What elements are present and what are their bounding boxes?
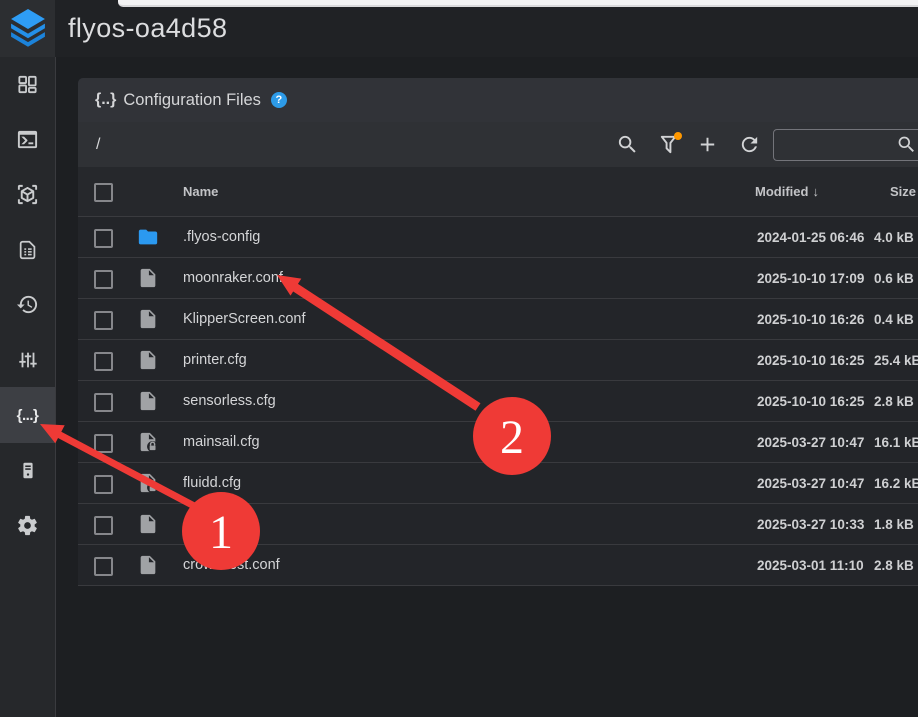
column-header-modified[interactable]: Modified ↓ bbox=[755, 167, 819, 216]
row-checkbox[interactable] bbox=[94, 352, 113, 371]
row-checkbox[interactable] bbox=[94, 475, 113, 494]
dashboard-icon bbox=[16, 73, 39, 96]
sidebar-item-gcode-files[interactable] bbox=[0, 222, 55, 277]
sidebar-item-gcode-preview[interactable] bbox=[0, 167, 55, 222]
layers-logo-icon bbox=[9, 9, 47, 49]
table-header-row: Name Modified ↓ Size bbox=[78, 167, 918, 217]
add-icon[interactable] bbox=[696, 133, 719, 156]
search-icon[interactable] bbox=[616, 133, 639, 156]
gear-icon bbox=[16, 514, 39, 537]
row-checkbox[interactable] bbox=[94, 393, 113, 412]
refresh-icon[interactable] bbox=[738, 133, 761, 156]
file-list-icon bbox=[17, 239, 39, 261]
table-row[interactable]: .flyos-config 2024-01-25 06:46 4.0 kB bbox=[78, 217, 918, 258]
console-icon bbox=[16, 128, 39, 151]
file-icon bbox=[137, 349, 159, 371]
search-field-icon bbox=[896, 134, 917, 155]
breadcrumb-path[interactable]: / bbox=[96, 122, 100, 167]
file-icon bbox=[137, 308, 159, 330]
config-files-panel: {..} Configuration Files ? / Name Modifi… bbox=[78, 78, 918, 586]
row-checkbox[interactable] bbox=[94, 557, 113, 576]
sidebar-item-tune[interactable] bbox=[0, 332, 55, 387]
browser-edge-strip bbox=[118, 0, 918, 7]
column-header-name[interactable]: Name bbox=[183, 167, 218, 216]
config-files-icon: {...} bbox=[17, 407, 39, 424]
sidebar-item-settings[interactable] bbox=[0, 498, 55, 553]
sidebar-item-config-files[interactable]: {...} bbox=[0, 387, 55, 443]
row-checkbox[interactable] bbox=[94, 434, 113, 453]
select-all-checkbox[interactable] bbox=[94, 183, 113, 202]
page-title: flyos-oa4d58 bbox=[68, 0, 227, 57]
machine-icon bbox=[17, 459, 39, 482]
table-row[interactable]: fluidd.cfg 2025-03-27 10:47 16.2 kB bbox=[78, 463, 918, 504]
file-icon bbox=[137, 267, 159, 289]
file-icon bbox=[137, 513, 159, 535]
table-row[interactable]: 2025-03-27 10:33 1.8 kB bbox=[78, 504, 918, 545]
help-icon[interactable]: ? bbox=[271, 92, 287, 108]
file-lock-icon bbox=[137, 472, 159, 494]
top-app-bar: flyos-oa4d58 bbox=[0, 0, 918, 57]
folder-icon bbox=[137, 226, 159, 248]
file-icon bbox=[137, 554, 159, 576]
table-row[interactable]: mainsail.cfg 2025-03-27 10:47 16.1 kB bbox=[78, 422, 918, 463]
row-checkbox[interactable] bbox=[94, 311, 113, 330]
table-row[interactable]: sensorless.cfg 2025-10-10 16:25 2.8 kB bbox=[78, 381, 918, 422]
file-icon bbox=[137, 390, 159, 412]
row-checkbox[interactable] bbox=[94, 516, 113, 535]
column-header-size[interactable]: Size bbox=[890, 167, 916, 216]
panel-header: {..} Configuration Files ? bbox=[78, 78, 918, 122]
table-row[interactable]: printer.cfg 2025-10-10 16:25 25.4 kB bbox=[78, 340, 918, 381]
table-row[interactable]: moonraker.conf 2025-10-10 17:09 0.6 kB bbox=[78, 258, 918, 299]
history-icon bbox=[16, 293, 39, 316]
row-checkbox[interactable] bbox=[94, 270, 113, 289]
panel-title: Configuration Files bbox=[123, 91, 261, 110]
filter-active-badge bbox=[674, 132, 682, 140]
sidebar-item-history[interactable] bbox=[0, 277, 55, 332]
sort-desc-icon: ↓ bbox=[812, 184, 819, 199]
file-lock-icon bbox=[137, 431, 159, 453]
cube-scan-icon bbox=[16, 183, 39, 206]
file-toolbar: / bbox=[78, 122, 918, 167]
row-checkbox[interactable] bbox=[94, 229, 113, 248]
file-table-body: .flyos-config 2024-01-25 06:46 4.0 kB mo… bbox=[78, 217, 918, 586]
sidebar-item-machine[interactable] bbox=[0, 443, 55, 498]
sidebar-item-console[interactable] bbox=[0, 112, 55, 167]
table-row[interactable]: KlipperScreen.conf 2025-10-10 16:26 0.4 … bbox=[78, 299, 918, 340]
sidebar: {...} bbox=[0, 57, 56, 717]
table-row[interactable]: crowsnest.conf 2025-03-01 11:10 2.8 kB bbox=[78, 545, 918, 586]
app-logo[interactable] bbox=[0, 0, 55, 57]
tune-icon bbox=[17, 349, 39, 371]
braces-icon: {..} bbox=[95, 91, 116, 109]
sidebar-item-dashboard[interactable] bbox=[0, 57, 55, 112]
